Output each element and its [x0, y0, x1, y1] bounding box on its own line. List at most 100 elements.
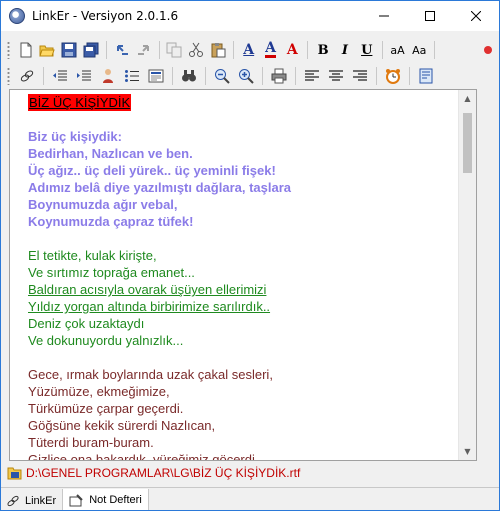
cut-button[interactable]	[187, 40, 205, 60]
scroll-thumb[interactable]	[463, 113, 472, 173]
tab-not-defteri[interactable]: Not Defteri	[62, 489, 149, 510]
toolbar-grip[interactable]	[7, 41, 10, 59]
poem-line: Yıldız yorgan altında birbirimize sarılı…	[28, 299, 271, 314]
picture-button[interactable]	[146, 66, 166, 86]
person-button[interactable]	[98, 66, 118, 86]
poem-line: Üç ağız.. üç deli yürek.. üç yeminli fiş…	[28, 163, 276, 178]
toolbar-separator	[205, 67, 206, 85]
toolbar-separator	[105, 41, 107, 59]
align-left-button[interactable]	[302, 66, 322, 86]
scroll-down-icon[interactable]: ▼	[459, 443, 476, 460]
undo-icon	[116, 45, 128, 55]
redo-button[interactable]	[135, 40, 153, 60]
link-button[interactable]	[17, 66, 37, 86]
save-button[interactable]	[60, 40, 78, 60]
minimize-button[interactable]	[361, 1, 407, 31]
bold-button[interactable]: B	[314, 40, 332, 60]
copy-icon	[166, 42, 182, 58]
scroll-up-icon[interactable]: ▲	[459, 90, 476, 107]
person-icon	[103, 69, 113, 83]
toolbar-separator	[307, 41, 309, 59]
tab-label: LinkEr	[25, 494, 57, 507]
italic-button[interactable]: I	[336, 40, 354, 60]
toolbar-separator	[381, 41, 383, 59]
font-color-button[interactable]: A	[262, 40, 280, 60]
paste-icon	[211, 43, 226, 58]
settings-button[interactable]	[416, 66, 436, 86]
stanza-1: Biz üç kişiydik: Bedirhan, Nazlıcan ve b…	[28, 128, 456, 230]
alarm-button[interactable]	[383, 66, 403, 86]
zoom-in-button[interactable]	[236, 66, 256, 86]
toolbar-grip[interactable]	[7, 67, 10, 85]
toolbar-separator	[262, 67, 263, 85]
highlight-color-button[interactable]: A	[283, 40, 301, 60]
close-icon	[471, 11, 481, 21]
indent-button[interactable]	[74, 66, 94, 86]
redo-icon	[137, 45, 149, 55]
find-button[interactable]	[179, 66, 199, 86]
poem-line: Boynumuzda ağır vebal,	[28, 197, 178, 212]
maximize-button[interactable]	[407, 1, 453, 31]
poem-line: Yüzümüze, ekmeğimize,	[28, 384, 170, 399]
app-logo-icon	[9, 8, 25, 24]
print-button[interactable]	[269, 66, 289, 86]
binoculars-icon	[182, 70, 196, 82]
title-bar: LinkEr - Versiyon 2.0.1.6	[1, 1, 499, 31]
close-button[interactable]	[453, 1, 499, 31]
toolbar-separator	[409, 67, 410, 85]
outdent-button[interactable]	[50, 66, 70, 86]
poem-line: Gizlice ona bakardık, yüreğimiz göçerdi.…	[28, 452, 266, 461]
text-editor[interactable]: BİZ ÜÇ KİŞİYDİK Biz üç kişiydik: Bedirha…	[9, 89, 477, 461]
toolbar-separator	[232, 41, 234, 59]
panel-icon	[419, 68, 433, 84]
undo-button[interactable]	[113, 40, 131, 60]
cut-icon	[189, 42, 204, 57]
align-right-button[interactable]	[350, 66, 370, 86]
poem-line: Gece, ırmak boylarında uzak çakal sesler…	[28, 367, 273, 382]
bullets-icon	[125, 70, 139, 82]
align-left-icon	[305, 70, 319, 81]
toolbar-separator	[172, 67, 173, 85]
poem-line: Ve sırtımız toprağa emanet...	[28, 265, 195, 280]
link-icon	[20, 70, 34, 82]
vertical-scrollbar[interactable]: ▲ ▼	[458, 90, 476, 460]
poem-line: Ve dokunuyordu yalnızlık...	[28, 333, 184, 348]
file-icon	[7, 467, 22, 480]
align-center-button[interactable]	[326, 66, 346, 86]
link-icon	[7, 495, 19, 506]
poem-line: Adımız belâ diye yazılmıştı dağlara, taş…	[28, 180, 291, 195]
font-button[interactable]: A	[240, 40, 258, 60]
poem-line: Tüterdi buram-buram.	[28, 435, 154, 450]
subscript-button[interactable]: Aa	[410, 40, 428, 60]
zoom-out-icon	[215, 69, 230, 84]
save-all-button[interactable]	[82, 40, 100, 60]
poem-line: El tetikte, kulak kirişte,	[28, 248, 157, 263]
underline-icon: U	[361, 42, 373, 58]
zoom-out-button[interactable]	[212, 66, 232, 86]
copy-button[interactable]	[165, 40, 183, 60]
bullets-button[interactable]	[122, 66, 142, 86]
toolbar-separator	[295, 67, 296, 85]
toolbar-separator	[158, 41, 160, 59]
stanza-2: El tetikte, kulak kirişte, Ve sırtımız t…	[28, 247, 456, 349]
toolbar-separator	[376, 67, 377, 85]
new-document-button[interactable]	[17, 40, 35, 60]
tab-linker[interactable]: LinkEr	[1, 490, 62, 510]
superscript-button[interactable]: aA	[389, 40, 407, 60]
record-button[interactable]	[479, 40, 497, 60]
open-folder-button[interactable]	[39, 40, 57, 60]
maximize-icon	[425, 11, 435, 21]
italic-icon: I	[341, 42, 348, 58]
record-icon	[484, 46, 492, 54]
toolbar-separator	[434, 41, 436, 59]
align-center-icon	[329, 70, 343, 81]
font-icon: A	[243, 42, 255, 58]
editor-content[interactable]: BİZ ÜÇ KİŞİYDİK Biz üç kişiydik: Bedirha…	[28, 94, 456, 461]
poem-line: Biz üç kişiydik:	[28, 129, 122, 144]
window-controls	[361, 1, 499, 31]
save-all-icon	[83, 42, 99, 58]
paste-button[interactable]	[209, 40, 227, 60]
underline-button[interactable]: U	[358, 40, 376, 60]
font-color-icon: A	[265, 40, 276, 58]
zoom-in-icon	[239, 69, 254, 84]
